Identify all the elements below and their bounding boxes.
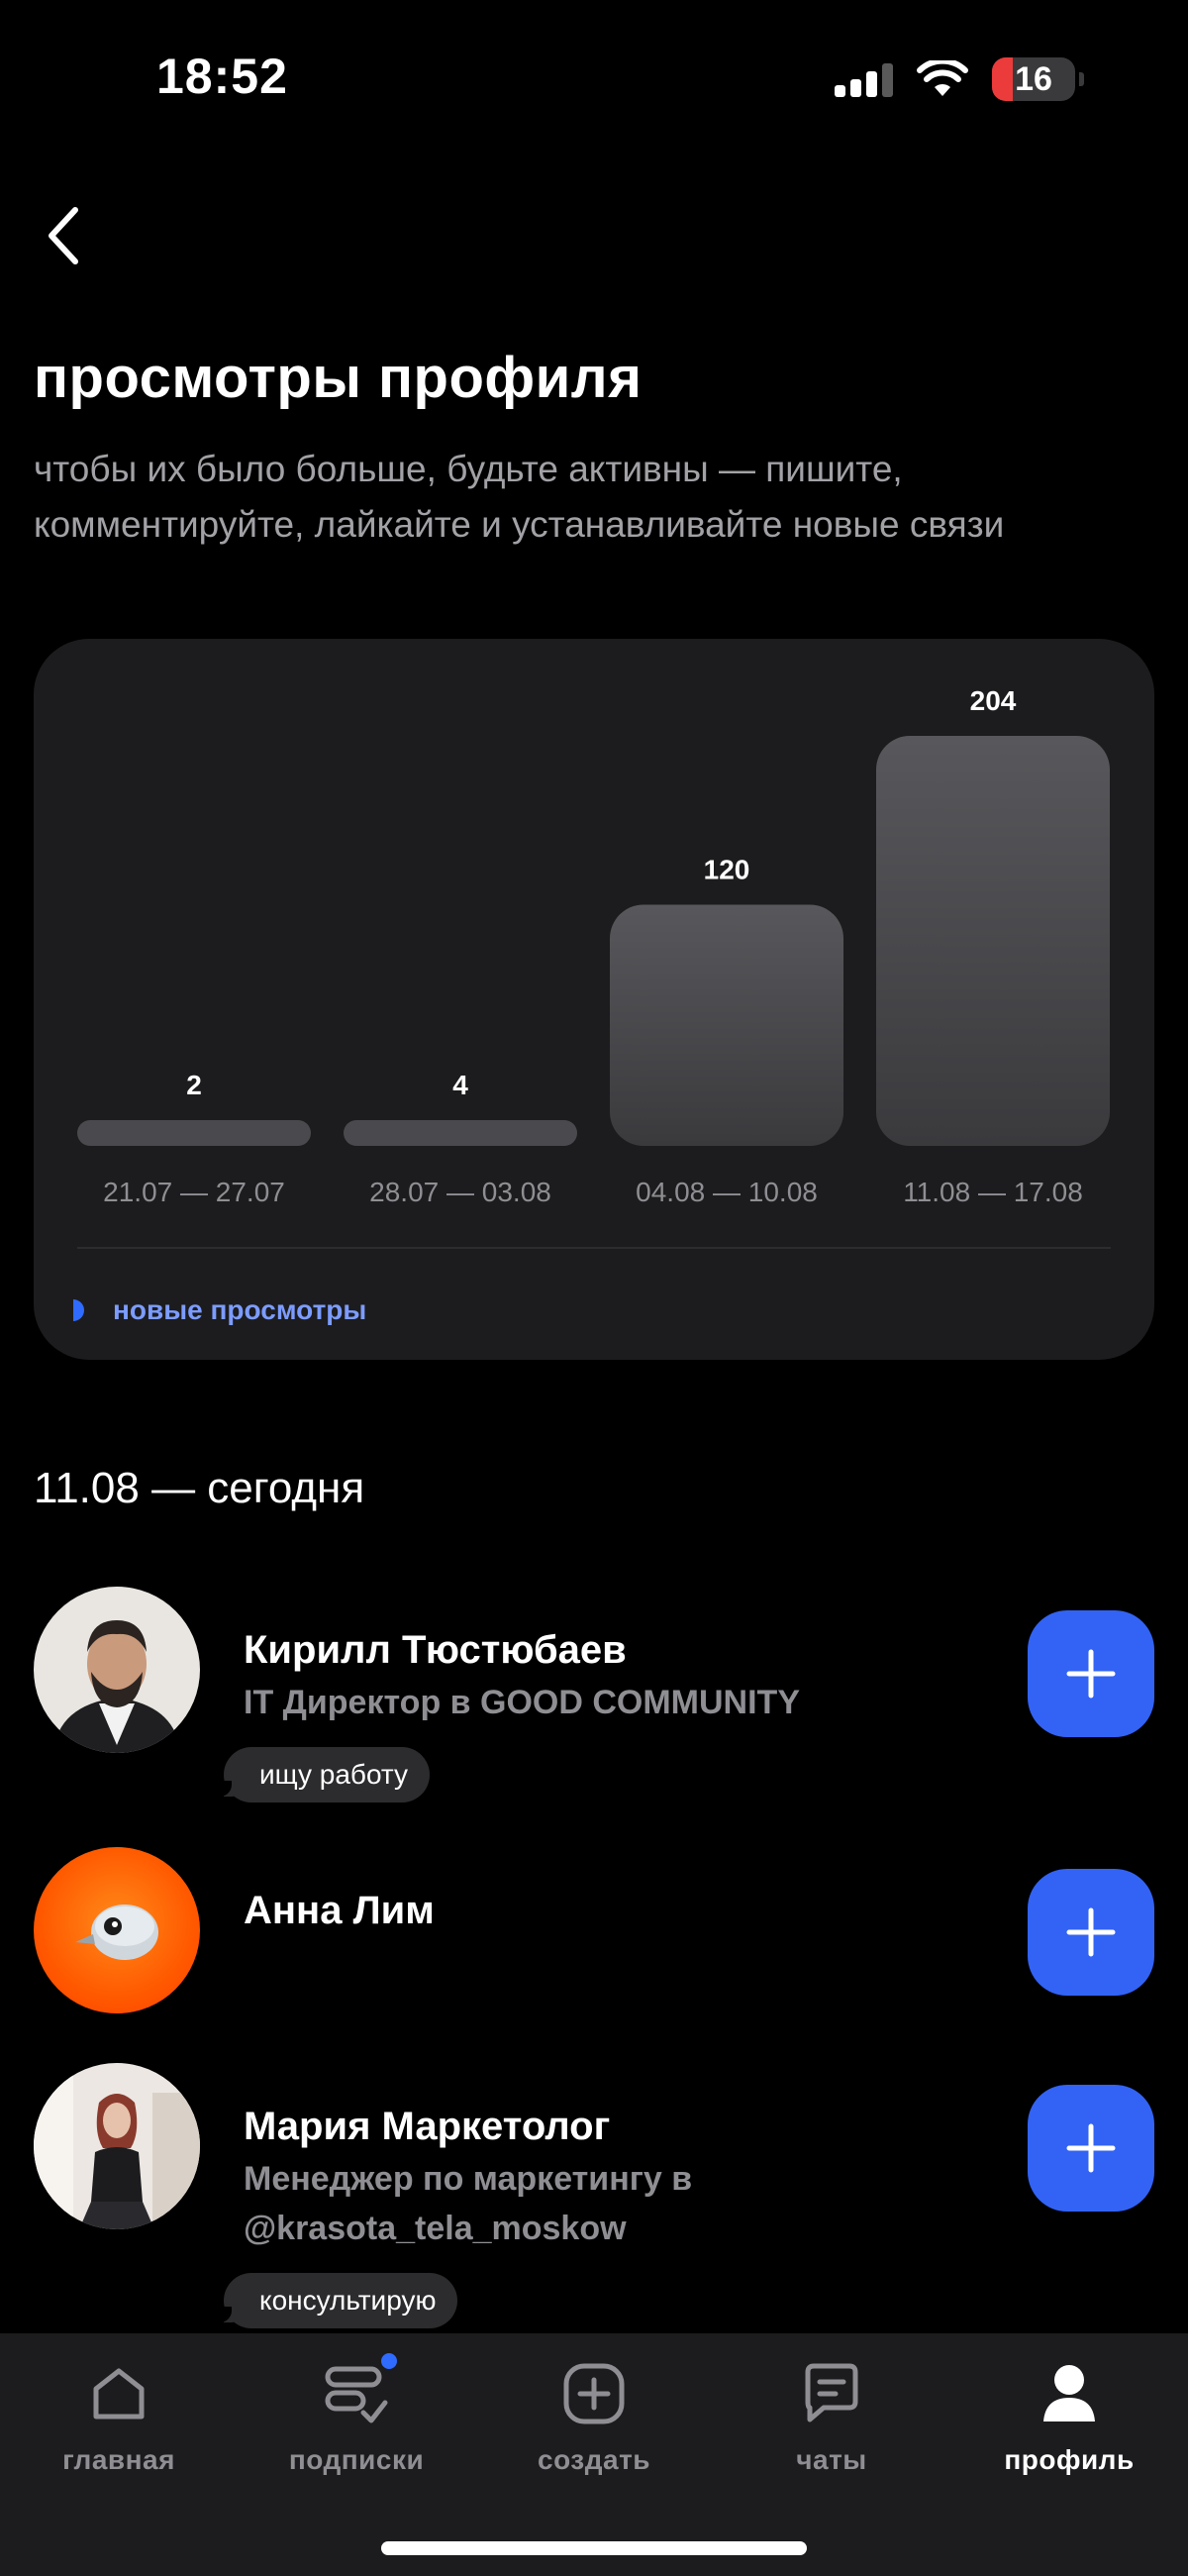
status-tag: ищу работу: [218, 1747, 431, 1803]
tab-label: подписки: [288, 2444, 425, 2475]
bar-category-label: 28.07 — 03.08: [369, 1177, 551, 1207]
tag-tail: [218, 1781, 246, 1797]
battery-level: 16: [1015, 59, 1052, 98]
status-tag: консультирую: [218, 2273, 458, 2328]
person-name[interactable]: Кирилл Тюстюбаев: [244, 1628, 627, 1673]
wifi-icon: [917, 60, 968, 96]
home-icon: [82, 2357, 155, 2430]
home-indicator: [381, 2541, 807, 2555]
plus-icon: [1066, 1649, 1116, 1699]
chart-bar: [610, 904, 843, 1146]
tab-label: главная: [62, 2444, 175, 2475]
avatar[interactable]: [34, 1847, 200, 2013]
avatar[interactable]: [34, 1587, 200, 1753]
battery-tip: [1079, 72, 1084, 86]
person-name[interactable]: Мария Маркетолог: [244, 2105, 610, 2149]
bar-value-label: 204: [970, 685, 1017, 716]
bar-category-label: 04.08 — 10.08: [636, 1177, 818, 1207]
avatar[interactable]: [34, 2063, 200, 2229]
bar-category-label: 11.08 — 17.08: [903, 1177, 1083, 1207]
person-role: IT Директор в GOOD COMMUNITY: [244, 1684, 800, 1721]
chevron-left-icon: [49, 207, 78, 264]
bird-avatar-icon: [75, 1905, 158, 1960]
tab-home[interactable]: главная: [0, 2357, 238, 2486]
viewer-list-item[interactable]: Кирилл Тюстюбаев IT Директор в GOOD COMM…: [0, 1587, 1188, 1814]
bar-value-label: 120: [704, 854, 750, 884]
status-indicators: 16: [835, 57, 1084, 101]
person-name[interactable]: Анна Лим: [244, 1889, 435, 1933]
plus-icon: [1066, 1907, 1116, 1957]
legend-marker-icon: [73, 1299, 87, 1321]
tag-tail: [218, 2307, 246, 2322]
tab-label: создать: [538, 2444, 650, 2475]
tab-subscriptions[interactable]: подписки: [238, 2353, 475, 2486]
bar-value-label: 2: [186, 1070, 202, 1100]
back-button[interactable]: [34, 198, 93, 273]
add-connection-button[interactable]: [1028, 2085, 1154, 2212]
views-chart-card: 2 21.07 — 27.07 4 28.07 — 03.08 120 04.08 — 1…: [34, 639, 1154, 1360]
person-role: Менеджер по маркетингу в @krasota_tela_m…: [244, 2160, 693, 2247]
add-connection-button[interactable]: [1028, 1610, 1154, 1737]
bottom-tab-bar: главная подписки создать чаты профиль: [0, 2333, 1188, 2576]
chart-divider: [77, 1247, 1111, 1249]
page-subtitle: чтобы их было больше, будьте активны — п…: [34, 449, 1005, 545]
chat-icon: [795, 2357, 868, 2430]
battery-icon: 16: [992, 57, 1075, 101]
views-bar-chart: 2 21.07 — 27.07 4 28.07 — 03.08 120 04.08 — 1…: [77, 685, 1110, 1207]
subscriptions-icon: [320, 2353, 397, 2430]
tab-create[interactable]: создать: [475, 2357, 713, 2486]
tab-profile[interactable]: профиль: [950, 2357, 1188, 2486]
viewer-list-item[interactable]: Анна Лим: [0, 1847, 1188, 2015]
chart-bar: [77, 1120, 311, 1146]
chart-bar: [344, 1120, 577, 1146]
create-icon: [557, 2357, 631, 2430]
bar-category-label: 21.07 — 27.07: [103, 1177, 285, 1207]
tab-label: профиль: [1004, 2444, 1135, 2475]
bar-value-label: 4: [452, 1070, 468, 1100]
status-tag-label: консультирую: [259, 2285, 437, 2316]
status-time: 18:52: [156, 49, 288, 104]
status-tag-label: ищу работу: [259, 1759, 409, 1790]
page-title: просмотры профиля: [34, 346, 643, 410]
section-date-label: 11.08 — сегодня: [34, 1464, 365, 1512]
cellular-signal-icon: [835, 61, 893, 97]
chart-bar: [876, 736, 1110, 1146]
chart-legend: новые просмотры: [73, 1294, 366, 1326]
legend-label: новые просмотры: [113, 1294, 367, 1325]
plus-icon: [1066, 2123, 1116, 2173]
tab-label: чаты: [796, 2444, 867, 2475]
notification-dot: [381, 2353, 397, 2369]
add-connection-button[interactable]: [1028, 1869, 1154, 1996]
profile-icon: [1033, 2357, 1106, 2430]
tab-chats[interactable]: чаты: [713, 2357, 950, 2486]
viewer-list-item[interactable]: Мария Маркетолог Менеджер по маркетингу …: [0, 2063, 1188, 2330]
